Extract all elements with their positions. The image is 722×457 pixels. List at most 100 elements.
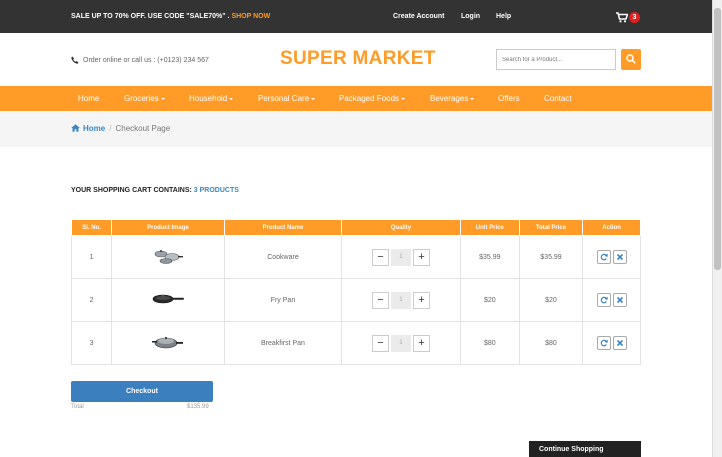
product-name: Breakfirst Pan <box>223 321 343 365</box>
column-header-name: Product Name <box>223 219 343 236</box>
checkout-button[interactable]: Checkout <box>71 381 213 402</box>
breakfast-pan-icon <box>152 336 184 349</box>
phone-icon <box>71 56 79 64</box>
product-image[interactable] <box>111 235 225 279</box>
column-header-total-price: Total Price <box>518 219 584 236</box>
product-image[interactable] <box>111 278 225 322</box>
row-actions <box>582 235 641 279</box>
increase-quantity-button[interactable]: + <box>412 291 430 309</box>
quantity-value[interactable]: 1 <box>390 334 411 352</box>
nav-item-beverages[interactable]: Beverages <box>430 94 475 103</box>
site-header: Order online or call us : (+0123) 234 56… <box>0 33 712 86</box>
refresh-button[interactable] <box>596 336 611 350</box>
nav-item-home[interactable]: Home <box>78 94 99 103</box>
column-header-unit-price: Unit Price <box>459 219 520 236</box>
nav-item-offers[interactable]: Offers <box>498 94 520 103</box>
promo-banner: SALE UP TO 70% OFF. USE CODE "SALE70%" .… <box>71 13 270 20</box>
product-name: Cookware <box>223 235 343 279</box>
table-row: 2 Fry Pan −1 + $20 $20 <box>70 278 641 322</box>
quantity-stepper: −1 + <box>341 321 461 365</box>
help-link[interactable]: Help <box>496 13 511 20</box>
unit-price: $20 <box>459 278 520 322</box>
row-actions <box>582 321 641 365</box>
remove-button[interactable] <box>612 293 627 307</box>
phone-info: Order online or call us : (+0123) 234 56… <box>71 56 209 64</box>
close-icon <box>616 339 623 347</box>
row-sl: 2 <box>70 278 113 322</box>
unit-price: $35.99 <box>459 235 520 279</box>
caret-down-icon <box>160 98 165 100</box>
total-label: Total <box>71 404 84 410</box>
search-input[interactable] <box>496 49 616 70</box>
quantity-stepper: −1 + <box>341 278 461 322</box>
refresh-icon <box>600 339 608 347</box>
refresh-icon <box>600 296 608 304</box>
column-header-action: Action <box>582 219 641 236</box>
row-actions <box>582 278 641 322</box>
cart-product-count: 3 PRODUCTS <box>193 187 239 194</box>
remove-button[interactable] <box>612 336 627 350</box>
caret-down-icon <box>401 98 406 100</box>
table-row: 3 Breakfirst Pan −1 + $80 $80 <box>70 321 641 365</box>
decrease-quantity-button[interactable]: − <box>371 248 389 266</box>
cart-table: Sl. No. Product Image Product Name Quali… <box>70 219 641 365</box>
quantity-value[interactable]: 1 <box>390 248 411 266</box>
search-button[interactable] <box>621 49 641 70</box>
cart-icon <box>616 12 628 23</box>
caret-down-icon <box>311 98 316 100</box>
cart-button[interactable]: 3 <box>616 11 640 25</box>
decrease-quantity-button[interactable]: − <box>371 334 389 352</box>
home-icon <box>71 124 80 132</box>
top-bar: SALE UP TO 70% OFF. USE CODE "SALE70%" .… <box>0 0 712 33</box>
total-value: $135.99 <box>187 404 209 410</box>
total-price: $20 <box>518 278 584 322</box>
column-header-quality: Quality <box>341 219 461 236</box>
site-logo[interactable]: SUPER MARKET <box>280 48 436 70</box>
quantity-value[interactable]: 1 <box>390 291 411 309</box>
close-icon <box>616 296 623 304</box>
continue-shopping-button[interactable]: Continue Shopping <box>529 441 641 457</box>
nav-item-household[interactable]: Household <box>189 94 234 103</box>
row-sl: 1 <box>70 235 113 279</box>
search-icon <box>626 54 636 64</box>
unit-price: $80 <box>459 321 520 365</box>
cookware-icon <box>154 250 184 264</box>
refresh-button[interactable] <box>596 250 611 264</box>
nav-item-groceries[interactable]: Groceries <box>124 94 165 103</box>
cart-heading-text: YOUR SHOPPING CART CONTAINS: <box>71 187 192 194</box>
product-image[interactable] <box>111 321 225 365</box>
scrollbar-thumb[interactable] <box>714 8 721 270</box>
row-sl: 3 <box>70 321 113 365</box>
create-account-link[interactable]: Create Account <box>393 13 444 20</box>
main-nav: Home Groceries Household Personal Care P… <box>0 86 712 111</box>
phone-text: Order online or call us : (+0123) 234 56… <box>83 57 209 64</box>
breadcrumb-current: Checkout Page <box>115 124 171 133</box>
refresh-button[interactable] <box>596 293 611 307</box>
nav-item-packaged-foods[interactable]: Packaged Foods <box>339 94 406 103</box>
total-price: $80 <box>518 321 584 365</box>
close-icon <box>616 253 623 261</box>
login-link[interactable]: Login <box>461 13 480 20</box>
increase-quantity-button[interactable]: + <box>412 334 430 352</box>
breadcrumb: Home / Checkout Page <box>71 124 170 133</box>
caret-down-icon <box>229 98 234 100</box>
product-name: Fry Pan <box>223 278 343 322</box>
breadcrumb-separator: / <box>109 124 112 133</box>
vertical-scrollbar[interactable] <box>712 0 722 457</box>
column-header-image: Product Image <box>111 219 225 236</box>
nav-item-contact[interactable]: Contact <box>544 94 572 103</box>
increase-quantity-button[interactable]: + <box>412 248 430 266</box>
cart-count-badge: 3 <box>629 12 640 23</box>
column-header-sl: Sl. No. <box>70 219 113 236</box>
breadcrumb-home-link[interactable]: Home <box>83 124 105 133</box>
caret-down-icon <box>470 98 475 100</box>
nav-item-personal-care[interactable]: Personal Care <box>258 94 316 103</box>
shop-now-link[interactable]: SHOP NOW <box>231 13 270 20</box>
table-row: 1 Cookware −1 + $35.99 $35.99 <box>70 235 641 279</box>
decrease-quantity-button[interactable]: − <box>371 291 389 309</box>
refresh-icon <box>600 253 608 261</box>
breadcrumb-bar: Home / Checkout Page <box>0 111 712 147</box>
remove-button[interactable] <box>612 250 627 264</box>
table-header-row: Sl. No. Product Image Product Name Quali… <box>70 219 641 236</box>
total-price: $35.99 <box>518 235 584 279</box>
